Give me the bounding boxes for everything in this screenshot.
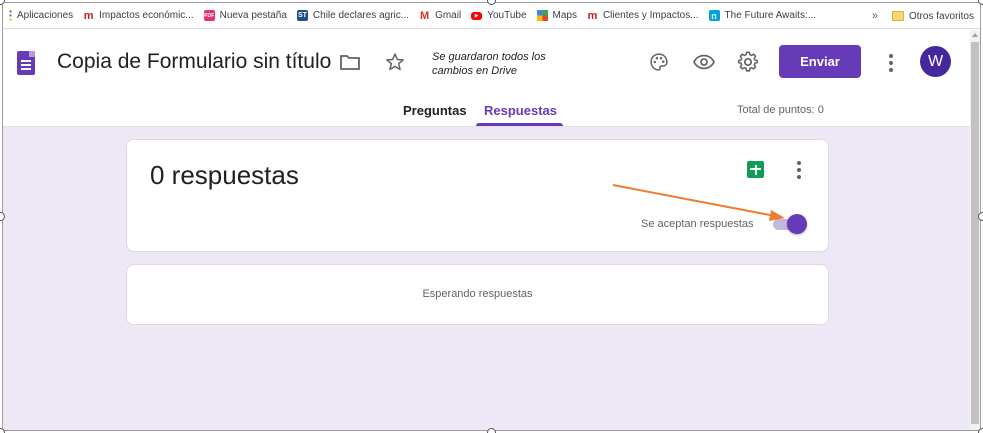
more-options-icon[interactable] [888,54,894,72]
bookmark-label: Maps [552,10,577,21]
responses-more-icon[interactable] [796,161,802,179]
folder-move-icon[interactable] [338,50,362,74]
gmail-icon: M [419,9,430,22]
toggle-knob [787,214,807,234]
resize-handle-bottom[interactable] [487,428,496,433]
sheets-icon[interactable] [747,161,764,178]
bookmark-gmail[interactable]: M Gmail [414,3,466,29]
vertical-scrollbar[interactable] [970,30,980,430]
maps-icon [536,10,548,21]
save-status: Se guardaron todos los cambios en Drive [432,51,546,77]
total-points: Total de puntos: 0 [737,104,824,116]
preview-eye-icon[interactable] [692,50,716,74]
bookmark-label: Nueva pestaña [219,10,287,21]
palette-icon[interactable] [647,50,671,74]
browser-window: Aplicaciones m Impactos económic... PDF … [2,2,981,431]
accepting-responses-label: Se aceptan respuestas [641,218,754,230]
n-logo-icon: n [708,10,720,21]
bookmark-label: Otros favoritos [908,10,974,22]
waiting-text: Esperando respuestas [422,288,533,300]
bookmark-youtube[interactable]: ▶ YouTube [466,3,531,29]
bookmark-clientes[interactable]: m Clientes y Impactos... [582,3,704,29]
responses-count: 0 respuestas [150,160,299,190]
youtube-icon: ▶ [471,11,483,20]
resize-handle-right[interactable] [978,212,983,221]
bookmark-label: Gmail [435,10,462,21]
st-logo-icon: ST [296,10,308,21]
form-title[interactable]: Copia de Formulario sin título [57,50,331,74]
pdf-icon: PDF [203,10,215,21]
waiting-card: Esperando respuestas [126,264,829,325]
forms-header: Copia de Formulario sin título Se guarda… [3,30,970,127]
responses-content: 0 respuestas Se aceptan respuestas Esper… [3,127,970,430]
bookmark-label: The Future Awaits:... [724,10,817,21]
bookmark-chile[interactable]: ST Chile declares agric... [292,3,414,29]
m-logo-icon: m [587,9,598,22]
scrollbar-thumb[interactable] [971,42,979,424]
bookmark-impactos[interactable]: m Impactos económic... [78,3,198,29]
bookmark-other-favorites[interactable]: Otros favoritos [891,3,974,29]
google-forms-icon[interactable] [17,51,35,75]
accepting-responses-toggle[interactable] [773,214,807,234]
bookmarks-overflow-icon[interactable]: » [872,10,878,22]
bookmark-label: Chile declares agric... [312,10,410,21]
scroll-up-icon[interactable] [972,33,978,37]
settings-gear-icon[interactable] [736,50,760,74]
bookmark-maps[interactable]: Maps [532,3,582,29]
bookmarks-bar: Aplicaciones m Impactos económic... PDF … [3,3,980,29]
tab-preguntas[interactable]: Preguntas [403,103,467,118]
bookmark-label: Aplicaciones [17,10,74,21]
bookmark-apps[interactable]: Aplicaciones [3,3,78,29]
bookmark-label: YouTube [487,10,527,21]
bookmark-label: Clientes y Impactos... [602,10,699,21]
send-button[interactable]: Enviar [779,45,861,78]
avatar[interactable]: W [920,46,951,77]
bookmark-label: Impactos económic... [99,10,194,21]
responses-summary-card: 0 respuestas Se aceptan respuestas [126,139,829,252]
tab-respuestas[interactable]: Respuestas [484,103,557,118]
folder-icon [891,11,904,21]
bookmark-nueva-pestana[interactable]: PDF Nueva pestaña [199,3,292,29]
m-logo-icon: m [83,9,94,22]
apps-grid-icon [8,10,12,21]
active-tab-indicator [476,123,563,126]
bookmark-future[interactable]: n The Future Awaits:... [704,3,822,29]
resize-handle-bottom-right[interactable] [978,428,983,433]
star-icon[interactable] [383,50,407,74]
